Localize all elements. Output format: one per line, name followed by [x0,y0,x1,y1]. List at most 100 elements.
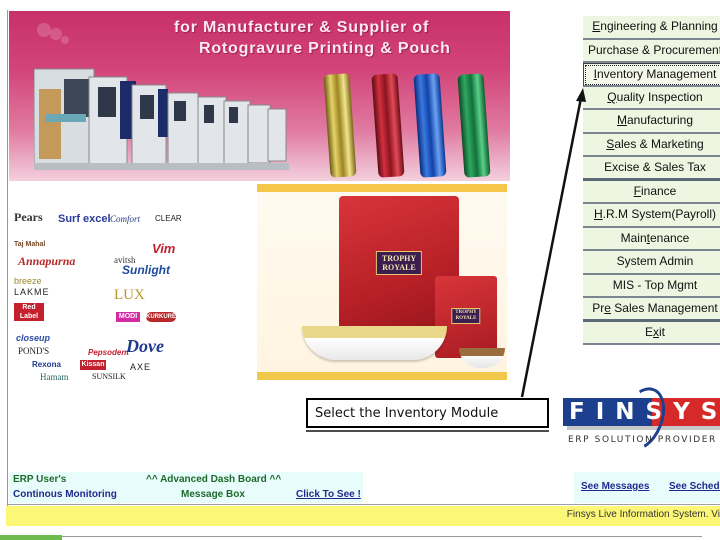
rice-bowl-small [459,348,505,368]
menu-label: Pr [592,301,605,315]
menu-label: Excise & Sales Tax [604,160,706,174]
menu-label: it [659,324,665,339]
brand-logo: Dove [126,336,164,356]
brand-logo: AXE [130,362,152,372]
bag-label-line1: TROPHY [455,310,477,315]
accelerator: e [604,301,611,315]
menu-label: anufacturing [626,113,694,128]
brand-logo: MODI [116,312,140,322]
brand-logo: Red Label [14,303,44,321]
see-schedule-link[interactable]: See Schedule [669,481,720,492]
menu-label: mt [683,277,698,292]
brand-logo: Pepsodent [88,348,129,357]
arrow-shaft [520,97,583,398]
accelerator: g [677,277,684,292]
continous-monitoring-label: Continous Monitoring [13,489,117,500]
menu-quality-inspection[interactable]: Quality Inspection [583,86,720,110]
menu-hrm-system[interactable]: H.R.M System(Payroll) [583,204,720,228]
brand-logo: Comfort [110,214,141,224]
rice-bowl [302,326,447,360]
brand-logo: LUX [114,287,145,303]
logo-tagline: ERP SOLUTION PROVIDER [568,435,717,445]
bag-label-line2: ROYALE [382,263,416,272]
bag-label-line1: TROPHY [381,254,417,263]
message-box-label: Message Box [181,489,245,500]
menu-label: Purchase & Procurement [587,42,720,57]
menu-inventory-management[interactable]: Inventory Management [583,63,720,87]
menu-purchase-procurement[interactable]: Purchase & Procurement [583,39,720,63]
brand-logo: Hamam [40,372,69,382]
callout-text: Select the Inventory Module [315,406,499,421]
menu-label: .R.M System(Payroll) [602,207,716,222]
module-menu: Engineering & Planning Purchase & Procur… [583,16,720,345]
brand-logo: Rexona [32,360,61,369]
menu-label: System Admin [616,254,694,269]
menu-label: E [644,324,653,339]
ticker-text: Finsys Live Information System. Vi [566,509,720,520]
accelerator: M [616,113,627,128]
brand-logo: Sunlight [122,263,170,277]
menu-label: nventory Management [596,67,717,81]
divider [7,504,720,505]
menu-label: inance [640,183,677,198]
rice-bag-small: TROPHY ROYALE [435,276,497,358]
menu-maintenance[interactable]: Maintenance [583,227,720,251]
taskbar-tab[interactable] [0,535,62,540]
menu-label: ales & Marketing [614,136,704,151]
menu-label: MIS - Top M [612,277,678,292]
brand-logo: Vim [152,241,176,256]
printing-banner: for Manufacturer & Supplier of Rotogravu… [9,11,510,181]
banner-title-line1: for Manufacturer & Supplier of [174,19,430,36]
accelerator: H [593,207,603,222]
status-ticker: Finsys Live Information System. Vi [6,506,720,526]
brand-logo: Kissan [80,360,106,370]
brand-logo: Surf excel [58,213,111,225]
banner-title: for Manufacturer & Supplier of Rotogravu… [174,17,451,59]
menu-sales-marketing[interactable]: Sales & Marketing [583,133,720,157]
menu-system-admin[interactable]: System Admin [583,251,720,275]
rice-product-image: TROPHY ROYALE TROPHY ROYALE [257,184,507,380]
bag-label: TROPHY ROYALE [375,251,423,275]
menu-exit[interactable]: Exit [583,321,720,345]
banner-title-line2: Rotogravure Printing & Pouch [199,40,451,57]
menu-label: Sales Management [610,301,718,315]
menu-label: enance [649,230,690,245]
image-footer-bar [257,372,507,380]
instruction-callout: Select the Inventory Module [306,398,549,428]
bag-label-line2: ROYALE [455,316,477,321]
frame-border [7,10,8,515]
brand-logo: SUNSILK [92,372,126,381]
brand-logos-collage: Pears Surf excel Taj Mahal Annapurna bre… [10,200,182,382]
menu-engineering-planning[interactable]: Engineering & Planning [583,16,720,40]
bubble-decoration [37,23,51,37]
divider [62,536,702,537]
erp-users-label: ERP User's [13,474,67,485]
brand-logo: Annapurna [18,254,76,268]
menu-excise-sales-tax[interactable]: Excise & Sales Tax [583,157,720,181]
printing-machine-image [34,68,289,170]
brand-logo: closeup [16,333,51,343]
dashboard-links: See Messages See Schedule [574,472,720,503]
brand-logo: Taj Mahal [14,241,46,248]
click-to-see-link[interactable]: Click To See ! [296,489,361,500]
blue-film-roll [413,73,447,178]
brand-logo: KURKURE [146,312,176,322]
brand-logo: Pears [14,210,43,224]
menu-finance[interactable]: Finance [583,180,720,204]
menu-label: uality Inspection [616,89,703,104]
red-film-roll [371,73,405,178]
brand-logo: POND'S [18,346,50,356]
menu-mis-top-mgmt[interactable]: MIS - Top Mgmt [583,274,720,298]
see-messages-link[interactable]: See Messages [581,481,649,492]
menu-pre-sales-management[interactable]: Pre Sales Management [583,298,720,322]
menu-label: ngineering & Planning [600,19,718,34]
gold-film-roll [323,73,357,178]
brand-logo: breeze [14,276,42,286]
brand-logo: LAKME [14,287,50,297]
menu-label: Main [620,230,647,245]
advanced-dashboard-label: ^^ Advanced Dash Board ^^ [146,474,282,485]
green-film-roll [457,73,491,178]
menu-manufacturing[interactable]: Manufacturing [583,110,720,134]
dashboard-strip: ERP User's Continous Monitoring ^^ Advan… [9,472,363,503]
logo-wordmark: FINSYS [569,399,720,425]
